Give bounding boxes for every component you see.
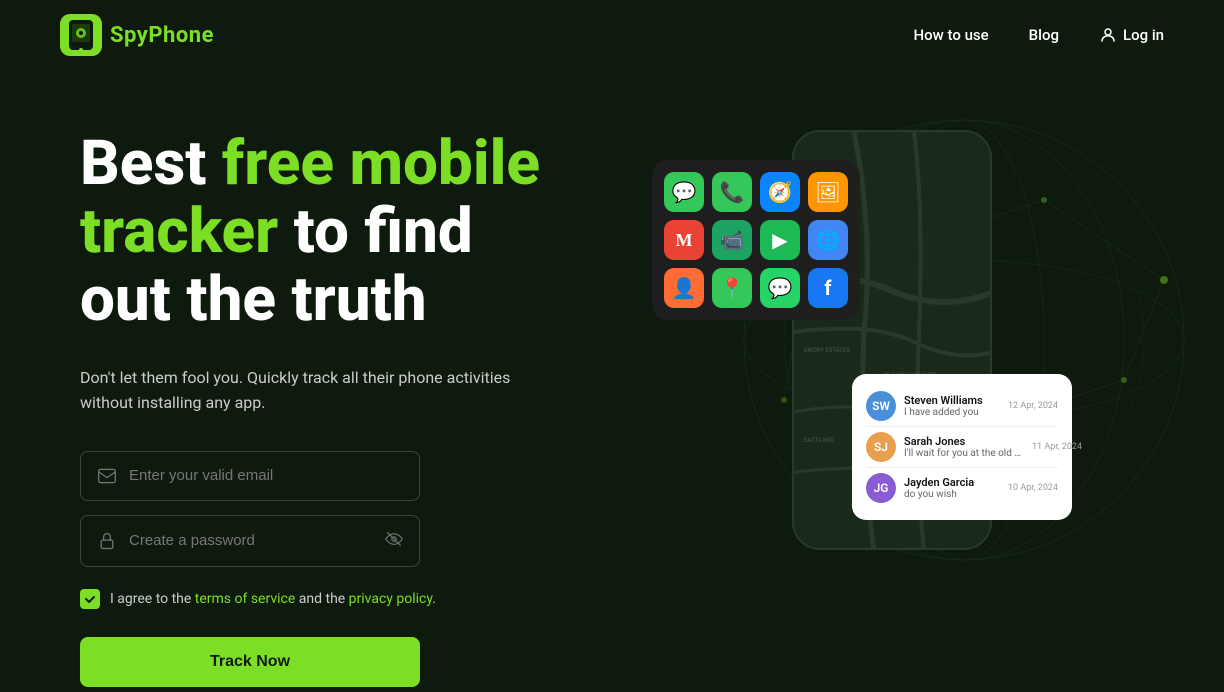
message-text-1: I have added you	[904, 407, 1000, 418]
password-input[interactable]	[129, 532, 373, 549]
message-item-3: JG Jayden Garcia do you wish 10 Apr, 202…	[866, 468, 1058, 508]
message-name-1: Steven Williams	[904, 394, 1000, 407]
message-text-2: I'll wait for you at the old place	[904, 448, 1024, 459]
terms-checkbox[interactable]	[80, 589, 100, 609]
app-phone: 📞	[712, 172, 752, 212]
app-photos: 🖼	[808, 172, 848, 212]
email-input[interactable]	[129, 467, 403, 484]
app-facebook: f	[808, 268, 848, 308]
logo-link[interactable]: SpyPhone	[60, 14, 214, 56]
title-green-1: free mobile	[222, 127, 540, 200]
message-date-2: 11 Apr, 2024	[1032, 442, 1082, 452]
message-text-3: do you wish	[904, 489, 1000, 500]
toggle-password-icon[interactable]	[385, 530, 403, 552]
apps-grid: 💬 📞 🧭 🖼 M 📹 ▶ 🌐 👤 📍 💬 f	[652, 160, 860, 320]
privacy-policy-link[interactable]: privacy policy	[349, 591, 433, 607]
avatar-3: JG	[866, 473, 896, 503]
phone-mockup: Emory University EMORY ESTATES CHELSEA H…	[792, 130, 992, 550]
login-link[interactable]: Log in	[1099, 26, 1164, 44]
navbar: SpyPhone How to use Blog Log in	[0, 0, 1224, 70]
hero-subtitle: Don't let them fool you. Quickly track a…	[80, 365, 520, 416]
title-green-2: tracker	[80, 195, 278, 268]
email-icon	[97, 466, 117, 486]
app-gmail: M	[664, 220, 704, 260]
svg-text:EMORY ESTATES: EMORY ESTATES	[804, 347, 850, 354]
hero-right: Emory University EMORY ESTATES CHELSEA H…	[600, 100, 1144, 550]
login-label: Log in	[1123, 26, 1164, 44]
message-name-3: Jayden Garcia	[904, 476, 1000, 489]
app-chrome: 🌐	[808, 220, 848, 260]
message-item-1: SW Steven Williams I have added you 12 A…	[866, 386, 1058, 427]
email-field-wrapper	[80, 451, 420, 501]
password-field-wrapper	[80, 515, 420, 567]
title-word-best: Best	[80, 127, 222, 200]
svg-text:EASTLAND: EASTLAND	[804, 437, 834, 444]
title-white-3: out the truth	[80, 263, 427, 336]
how-to-use-link[interactable]: How to use	[914, 26, 989, 44]
app-safari: 🧭	[760, 172, 800, 212]
message-date-1: 12 Apr, 2024	[1008, 401, 1058, 411]
lock-icon	[97, 531, 117, 551]
app-facetime: 📹	[712, 220, 752, 260]
title-white-2: to find	[278, 195, 473, 268]
terms-row: I agree to the terms of service and the …	[80, 589, 600, 609]
hero-title: Best free mobile tracker to find out the…	[80, 130, 600, 335]
message-name-2: Sarah Jones	[904, 435, 1024, 448]
terms-text: I agree to the terms of service and the …	[110, 591, 436, 607]
app-whatsapp: 💬	[760, 268, 800, 308]
app-contacts: 👤	[664, 268, 704, 308]
message-content-3: Jayden Garcia do you wish	[904, 476, 1000, 500]
hero-section: Best free mobile tracker to find out the…	[0, 70, 1224, 692]
app-messages: 💬	[664, 172, 704, 212]
checkmark-icon	[84, 593, 96, 605]
message-content-1: Steven Williams I have added you	[904, 394, 1000, 418]
input-group	[80, 451, 600, 567]
message-item-2: SJ Sarah Jones I'll wait for you at the …	[866, 427, 1058, 468]
app-maps: 📍	[712, 268, 752, 308]
user-icon	[1099, 26, 1117, 44]
track-now-button[interactable]: Track Now	[80, 637, 420, 687]
message-date-3: 10 Apr, 2024	[1008, 483, 1058, 493]
blog-link[interactable]: Blog	[1029, 26, 1059, 44]
avatar-2: SJ	[866, 432, 896, 462]
hero-left: Best free mobile tracker to find out the…	[80, 100, 600, 687]
nav-links: How to use Blog Log in	[914, 26, 1165, 44]
message-content-2: Sarah Jones I'll wait for you at the old…	[904, 435, 1024, 459]
logo-text: SpyPhone	[110, 23, 214, 48]
app-play: ▶	[760, 220, 800, 260]
terms-of-service-link[interactable]: terms of service	[195, 591, 296, 607]
avatar-1: SW	[866, 391, 896, 421]
messages-overlay: SW Steven Williams I have added you 12 A…	[852, 374, 1072, 520]
logo-icon	[60, 14, 102, 56]
